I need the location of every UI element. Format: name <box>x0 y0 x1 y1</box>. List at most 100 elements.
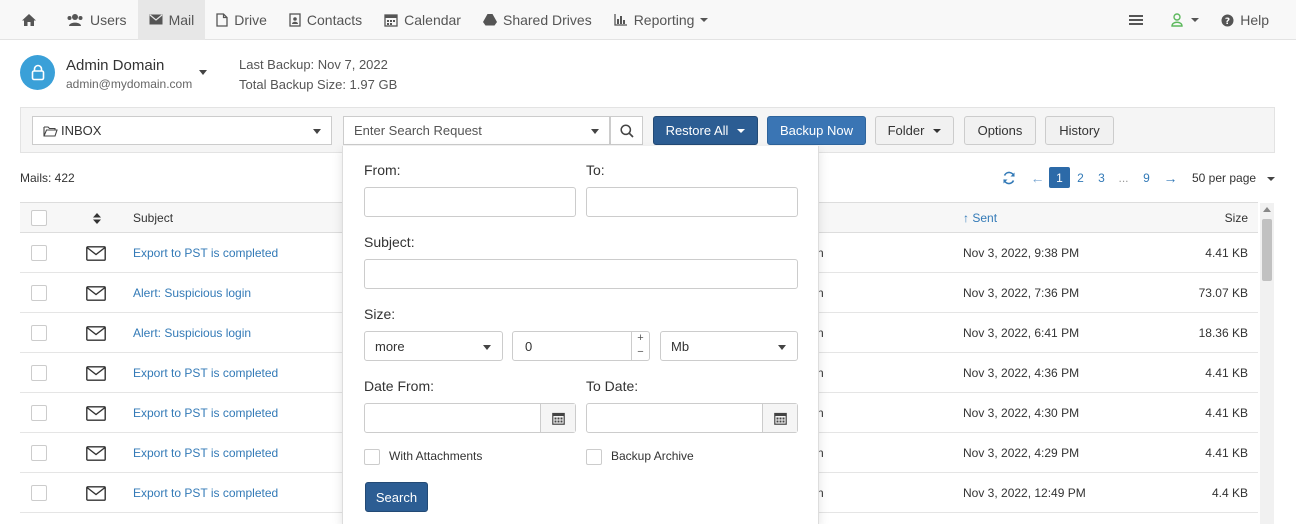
search-request-select[interactable]: Enter Search Request <box>343 116 610 145</box>
bar-chart-icon <box>614 14 627 26</box>
from-input[interactable] <box>364 187 576 217</box>
folder-select[interactable]: INBOX <box>32 116 332 145</box>
page-3[interactable]: 3 <box>1091 167 1112 188</box>
row-subject[interactable]: Alert: Suspicious login <box>133 286 251 300</box>
calendar-icon <box>773 412 787 425</box>
nav-calendar[interactable]: Calendar <box>373 0 472 40</box>
list-view-toggle[interactable] <box>1115 0 1163 40</box>
increment-icon[interactable]: + <box>632 332 649 346</box>
restore-all-button[interactable]: Restore All <box>653 116 758 145</box>
home-icon <box>22 13 36 26</box>
size-operator-select[interactable]: more <box>364 331 503 361</box>
size-value-input[interactable]: 0 + − <box>512 331 650 361</box>
from-label: From: <box>364 162 401 178</box>
contact-card-icon <box>289 12 301 27</box>
row-checkbox[interactable] <box>31 405 47 421</box>
row-sent: Nov 3, 2022, 4:30 PM <box>963 406 1080 420</box>
select-all-checkbox[interactable] <box>31 210 47 226</box>
nav-drive[interactable]: Drive <box>205 0 278 40</box>
chevron-down-icon <box>1267 176 1276 181</box>
nav-mail[interactable]: Mail <box>137 0 206 40</box>
calendar-icon <box>384 13 398 27</box>
envelope-icon <box>86 406 106 421</box>
per-page-label: 50 per page <box>1192 171 1257 185</box>
row-checkbox[interactable] <box>31 245 47 261</box>
nav-reporting[interactable]: Reporting <box>603 0 720 40</box>
nav-label: Mail <box>168 11 195 28</box>
table-scrollbar[interactable] <box>1260 203 1274 524</box>
row-subject[interactable]: Export to PST is completed <box>133 246 278 260</box>
user-menu[interactable] <box>1163 0 1213 40</box>
per-page-select[interactable]: 50 per page <box>1192 171 1276 185</box>
nav-label: Calendar <box>404 11 461 28</box>
row-size: 4.41 KB <box>1205 446 1248 460</box>
nav-label: Contacts <box>306 11 363 28</box>
page-2[interactable]: 2 <box>1070 167 1091 188</box>
nav-label: Users <box>90 11 127 28</box>
next-page-arrow[interactable]: → <box>1160 167 1181 188</box>
nav-shared-drives[interactable]: Shared Drives <box>472 0 603 40</box>
options-button[interactable]: Options <box>964 116 1036 145</box>
row-checkbox[interactable] <box>31 365 47 381</box>
nav-contacts[interactable]: Contacts <box>278 0 373 40</box>
sort-icon[interactable] <box>93 213 101 224</box>
nav-users[interactable]: Users <box>55 0 138 40</box>
with-attachments-checkbox[interactable] <box>364 449 380 465</box>
help-link[interactable]: ? Help <box>1213 0 1296 40</box>
search-button[interactable] <box>610 116 643 145</box>
calendar-icon <box>551 412 565 425</box>
row-checkbox[interactable] <box>31 285 47 301</box>
header-subject[interactable]: Subject <box>133 211 173 225</box>
size-value: 0 <box>525 339 533 354</box>
to-date-picker-button[interactable] <box>762 404 797 432</box>
to-input[interactable] <box>586 187 798 217</box>
row-checkbox[interactable] <box>31 445 47 461</box>
row-size: 4.41 KB <box>1205 366 1248 380</box>
decrement-icon[interactable]: − <box>632 346 649 360</box>
header-sent[interactable]: ↑ Sent <box>963 211 997 225</box>
row-sent: Nov 3, 2022, 9:38 PM <box>963 246 1080 260</box>
page-1[interactable]: 1 <box>1049 167 1070 188</box>
page-ellipsis: ... <box>1118 170 1129 185</box>
nav-label: Drive <box>234 11 267 28</box>
row-sent: Nov 3, 2022, 4:29 PM <box>963 446 1080 460</box>
backup-now-button[interactable]: Backup Now <box>767 116 866 145</box>
size-operator-value: more <box>375 339 405 354</box>
drive-icon <box>482 14 497 26</box>
row-size: 18.36 KB <box>1198 326 1248 340</box>
row-subject[interactable]: Export to PST is completed <box>133 406 278 420</box>
account-email: admin@mydomain.com <box>66 77 193 91</box>
folder-button[interactable]: Folder <box>875 116 954 145</box>
row-subject[interactable]: Export to PST is completed <box>133 446 278 460</box>
scrollbar-thumb[interactable] <box>1262 219 1272 281</box>
search-panel: From: To: Subject: Size: more 0 + − Mb D… <box>342 146 819 524</box>
search-submit-button[interactable]: Search <box>365 482 428 512</box>
envelope-icon <box>86 366 106 381</box>
row-checkbox[interactable] <box>31 485 47 501</box>
subject-input[interactable] <box>364 259 798 289</box>
row-subject[interactable]: Alert: Suspicious login <box>133 326 251 340</box>
page-9[interactable]: 9 <box>1136 167 1157 188</box>
to-date-input[interactable] <box>586 403 798 433</box>
account-dropdown-caret[interactable] <box>199 70 207 75</box>
lock-icon <box>31 64 44 81</box>
quantity-stepper[interactable]: + − <box>631 332 649 360</box>
backup-archive-checkbox[interactable] <box>586 449 602 465</box>
scroll-up-arrow[interactable] <box>1263 207 1271 212</box>
navbar-right: ? Help <box>1115 0 1296 40</box>
refresh-button[interactable] <box>998 167 1019 188</box>
row-subject[interactable]: Export to PST is completed <box>133 486 278 500</box>
header-size[interactable]: Size <box>1225 211 1248 225</box>
account-name: Admin Domain <box>66 57 165 74</box>
row-checkbox[interactable] <box>31 325 47 341</box>
row-subject[interactable]: Export to PST is completed <box>133 366 278 380</box>
size-unit-select[interactable]: Mb <box>660 331 798 361</box>
chevron-down-icon <box>483 345 491 350</box>
prev-page-arrow[interactable]: ← <box>1027 167 1048 188</box>
date-from-picker-button[interactable] <box>540 404 575 432</box>
date-from-input[interactable] <box>364 403 576 433</box>
backup-now-label: Backup Now <box>780 123 853 138</box>
date-from-label: Date From: <box>364 378 435 394</box>
history-button[interactable]: History <box>1045 116 1114 145</box>
nav-home[interactable] <box>0 0 55 40</box>
